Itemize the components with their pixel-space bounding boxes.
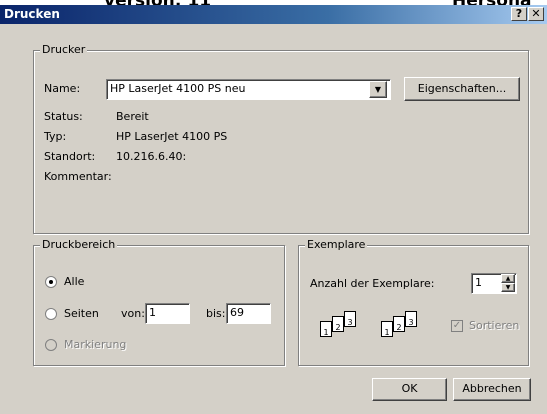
page-icon: 2 [332, 316, 344, 332]
printer-select[interactable]: HP LaserJet 4100 PS neu ▼ [106, 79, 391, 100]
status-label: Status: [44, 110, 83, 123]
radio-pages-label: Seiten [64, 307, 99, 320]
spin-up-icon[interactable]: ▲ [501, 274, 515, 283]
page-icon: 1 [381, 321, 393, 337]
to-input[interactable]: 69 [226, 303, 271, 324]
page-icon: 1 [320, 321, 332, 337]
printer-group-label: Drucker [40, 43, 88, 56]
from-label: von: [121, 307, 145, 320]
cancel-button[interactable]: Abbrechen [453, 378, 531, 401]
dialog-title: Drucken [4, 7, 60, 21]
radio-all[interactable] [45, 276, 57, 288]
location-value: 10.216.6.40: [116, 150, 187, 163]
ok-button[interactable]: OK [372, 378, 447, 401]
radio-pages[interactable] [45, 308, 57, 320]
copies-group: Exemplare [298, 238, 529, 366]
radio-selection[interactable] [45, 339, 57, 351]
page-icon: 2 [393, 316, 405, 332]
radio-selection-label: Markierung [64, 338, 127, 351]
comment-label: Kommentar: [44, 170, 112, 183]
printer-select-value: HP LaserJet 4100 PS neu [110, 82, 246, 95]
print-dialog: Drucken ? ✕ Drucker Name: HP LaserJet 41… [0, 5, 547, 414]
printer-name-label: Name: [44, 82, 81, 95]
spin-down-icon[interactable]: ▼ [501, 283, 515, 292]
range-group-label: Druckbereich [40, 238, 118, 251]
close-button[interactable]: ✕ [528, 7, 544, 21]
radio-all-label: Alle [64, 275, 85, 288]
page-icon: 3 [405, 311, 417, 327]
collate-checkbox[interactable]: ✓ [451, 320, 463, 332]
type-value: HP LaserJet 4100 PS [116, 130, 228, 143]
location-label: Standort: [44, 150, 96, 163]
to-label: bis: [206, 307, 226, 320]
status-value: Bereit [116, 110, 149, 123]
properties-button[interactable]: Eigenschaften... [404, 77, 520, 101]
copies-group-label: Exemplare [305, 238, 368, 251]
copies-count-value: 1 [475, 276, 482, 289]
copies-count-label: Anzahl der Exemplare: [310, 277, 435, 290]
chevron-down-icon[interactable]: ▼ [369, 81, 387, 98]
title-bar: Drucken ? ✕ [0, 5, 547, 24]
copies-spinner[interactable]: 1 ▲ ▼ [471, 273, 517, 294]
help-button[interactable]: ? [511, 7, 527, 21]
type-label: Typ: [44, 130, 67, 143]
collate-label: Sortieren [469, 319, 520, 332]
from-input[interactable]: 1 [145, 303, 190, 324]
page-icon: 3 [344, 311, 356, 327]
